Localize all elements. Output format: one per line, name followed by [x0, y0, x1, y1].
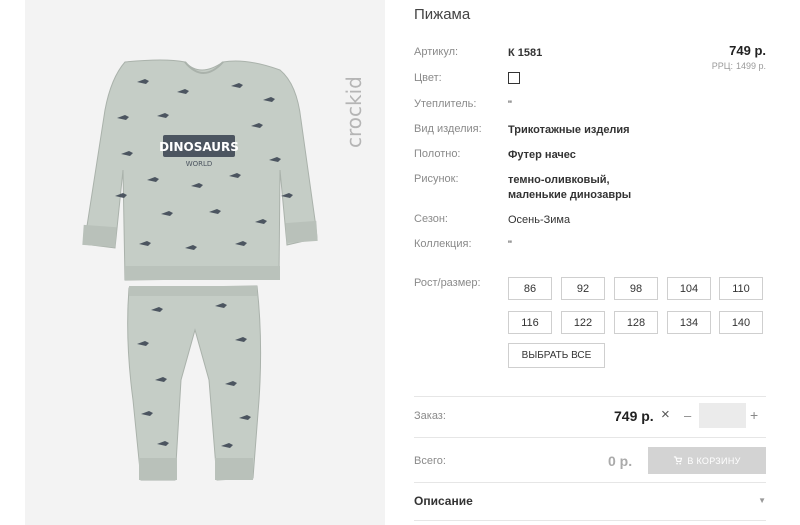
add-to-cart-button[interactable]: В КОРЗИНУ [648, 447, 766, 474]
size-option[interactable]: 122 [561, 311, 605, 334]
svg-text:crockid: crockid [342, 76, 366, 148]
attr-label: Цвет: [414, 72, 442, 84]
size-option[interactable]: 86 [508, 277, 552, 300]
rrp-label: РРЦ: [711, 61, 733, 71]
attr-value: " [508, 239, 512, 251]
total-label: Всего: [414, 455, 446, 467]
product-title: Пижама [414, 6, 471, 23]
attr-value: К 1581 [508, 47, 543, 59]
quantity-input[interactable] [699, 403, 746, 428]
attr-label: Сезон: [414, 213, 448, 225]
multiply-icon: × [661, 406, 670, 423]
attr-value: " [508, 99, 512, 111]
attr-label: Коллекция: [414, 238, 472, 250]
size-option[interactable]: 92 [561, 277, 605, 300]
size-option[interactable]: 128 [614, 311, 658, 334]
divider [414, 482, 766, 483]
total-value: 0 р. [608, 453, 633, 469]
size-option[interactable]: 116 [508, 311, 552, 334]
order-label: Заказ: [414, 410, 446, 422]
chevron-down-icon[interactable]: ▼ [758, 496, 766, 505]
product-image[interactable]: DINOSAURS WORLD crockid [25, 0, 385, 525]
attr-value: темно-оливковый, маленькие динозавры [508, 173, 631, 203]
rrp-price: РРЦ: 1499 р. [712, 61, 766, 71]
price: 749 р. [729, 43, 766, 58]
divider [414, 437, 766, 438]
increase-quantity-button[interactable]: + [750, 407, 758, 423]
print-subtext: WORLD [186, 160, 213, 168]
attr-value: Трикотажные изделия [508, 124, 630, 136]
description-toggle[interactable]: Описание [414, 494, 473, 508]
attr-value: Осень-Зима [508, 214, 571, 226]
color-swatch[interactable] [508, 72, 520, 84]
size-option[interactable]: 140 [719, 311, 763, 334]
attr-label: Вид изделия: [414, 123, 482, 135]
attr-label: Рисунок: [414, 173, 459, 185]
size-option[interactable]: 110 [719, 277, 763, 300]
attr-value: Футер начес [508, 149, 576, 161]
size-option[interactable]: 104 [667, 277, 711, 300]
attr-value-line: темно-оливковый, [508, 174, 610, 186]
divider [414, 396, 766, 397]
print-text: DINOSAURS [159, 140, 239, 154]
divider [414, 520, 766, 521]
rrp-value: 1499 р. [735, 61, 766, 71]
attr-value-line: маленькие динозавры [508, 189, 632, 201]
attr-label: Артикул: [414, 46, 459, 58]
size-option[interactable]: 134 [667, 311, 711, 334]
product-details: Пижама 749 р. РРЦ: 1499 р. Артикул: К 158… [414, 0, 766, 525]
order-price: 749 р. [614, 408, 654, 424]
sizes-label: Рост/размер: [414, 277, 481, 289]
cart-icon [674, 456, 683, 465]
attr-label: Утеплитель: [414, 98, 477, 110]
select-all-button[interactable]: ВЫБРАТЬ ВСЕ [508, 343, 605, 368]
cart-button-label: В КОРЗИНУ [687, 455, 741, 466]
brand-logo: crockid [342, 76, 366, 148]
decrease-quantity-button[interactable]: – [684, 408, 691, 423]
size-option[interactable]: 98 [614, 277, 658, 300]
attr-label: Полотно: [414, 148, 461, 160]
